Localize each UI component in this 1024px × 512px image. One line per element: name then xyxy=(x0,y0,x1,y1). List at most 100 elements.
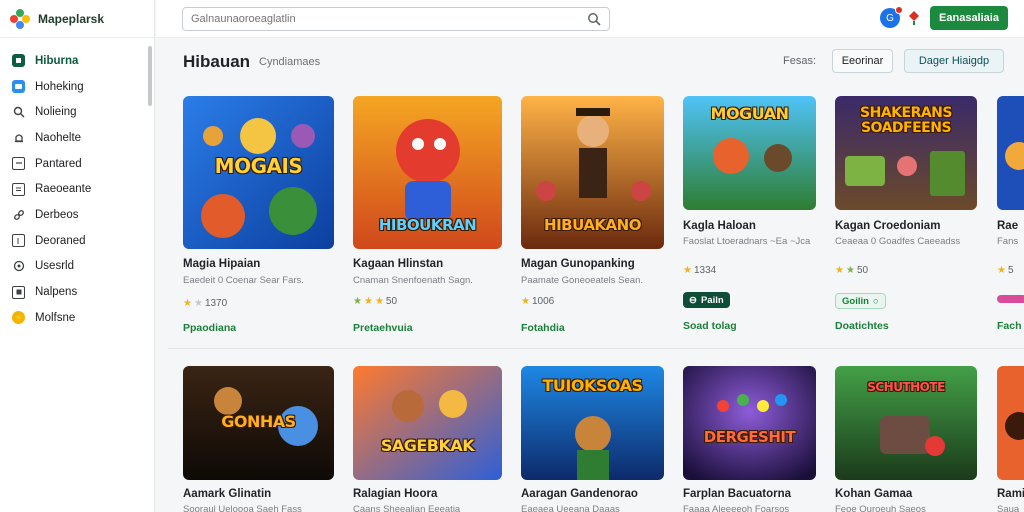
game-title: Aaragan Gandenorao xyxy=(521,488,638,500)
thumbnail-title: SAGEBKAK xyxy=(380,436,475,455)
game-thumbnail[interactable] xyxy=(997,96,1024,210)
page-title: Hibauan xyxy=(183,52,251,71)
game-thumbnail[interactable]: SAGEBKAK xyxy=(353,366,502,480)
game-thumbnail[interactable]: HIBOUKRAN xyxy=(353,96,502,249)
card-link[interactable]: Fach xyxy=(997,320,1022,332)
game-thumbnail[interactable]: DERGESHIT xyxy=(683,366,816,480)
game-description: Ceaeaa 0 Goadfes Caeeadss xyxy=(835,236,961,247)
thumbnail-title: HIBOUKRAN xyxy=(378,216,477,234)
brand[interactable]: Mapeplarsk xyxy=(0,0,154,38)
grid-icon xyxy=(12,285,25,299)
game-thumbnail[interactable] xyxy=(997,366,1024,480)
thumbnail-title: SCHUTHOTE xyxy=(867,380,945,394)
status-badge: ⊖ Pailn xyxy=(683,292,730,308)
primary-cta-button[interactable]: Eanasaliaia xyxy=(930,6,1008,30)
rating: ★ 5 xyxy=(997,265,1014,276)
game-description: Saua xyxy=(997,504,1020,512)
game-description: Faaaa Aleeeeoh Foarsos xyxy=(683,504,790,512)
bell-icon xyxy=(12,131,25,144)
status-badge xyxy=(997,295,1024,303)
search-icon[interactable] xyxy=(587,12,601,26)
star-icon xyxy=(12,311,25,325)
status-badge: Goilin ○ xyxy=(835,293,886,309)
star-icon: ★ xyxy=(353,296,362,307)
sidebar-item-label: Usesrld xyxy=(35,260,74,273)
calendar-icon xyxy=(12,157,25,171)
bookmark-icon xyxy=(12,234,25,248)
sidebar-item-links[interactable]: Derbeos xyxy=(0,202,154,228)
game-thumbnail[interactable]: HIBUAKANO xyxy=(521,96,664,249)
filter-button[interactable]: Eeorinar xyxy=(832,49,893,73)
sidebar-item-chat[interactable]: Hoheking xyxy=(0,74,154,100)
chat-icon xyxy=(12,80,25,94)
game-thumbnail[interactable]: GONHAS xyxy=(183,366,334,480)
search-input[interactable] xyxy=(183,8,573,30)
sidebar-item-label: Derbeos xyxy=(35,208,79,221)
sidebar-item-label: Nolieing xyxy=(35,106,77,119)
document-icon xyxy=(12,182,25,196)
top-bar: G Eanasaliaia xyxy=(156,0,1024,38)
game-title: Kagan Croedoniam xyxy=(835,220,941,232)
game-description: Fans xyxy=(997,236,1019,247)
thumbnail-title: DERGESHIT xyxy=(703,428,796,446)
star-icon: ★ xyxy=(521,296,530,307)
rating: ★ ★ 1370 xyxy=(183,298,227,309)
thumbnail-title: MOGUAN xyxy=(710,104,789,123)
thumbnail-title: HIBUAKANO xyxy=(544,216,641,234)
star-icon: ★ xyxy=(835,265,844,276)
game-thumbnail[interactable]: SHAKERANS SOADFEENS xyxy=(835,96,977,210)
game-title: Kagaan Hlinstan xyxy=(353,258,444,270)
sidebar-item-documents[interactable]: Raeoeante xyxy=(0,176,154,202)
game-thumbnail[interactable]: MOGAIS xyxy=(183,96,334,249)
game-title: Rami xyxy=(997,488,1024,500)
search-box xyxy=(182,7,610,31)
avatar[interactable]: G xyxy=(880,6,903,28)
sidebar-item-search[interactable]: Nolieing xyxy=(0,99,154,125)
sidebar-item-favorites[interactable]: Molfsne xyxy=(0,305,154,331)
sidebar-item-bookmarks[interactable]: Deoraned xyxy=(0,228,154,254)
game-title: Aamark Glinatin xyxy=(183,488,272,500)
rating-count: 1334 xyxy=(693,265,717,276)
sort-button[interactable]: Dager Hiaigdp xyxy=(904,49,1004,73)
sidebar-item-label: Nalpens xyxy=(35,286,78,299)
sidebar-item-home[interactable]: Hiburna xyxy=(0,48,154,74)
sidebar-item-calendar[interactable]: Pantared xyxy=(0,151,154,177)
sidebar-item-label: Hoheking xyxy=(35,80,84,93)
card-link[interactable]: Soad tolag xyxy=(683,320,737,332)
star-icon: ★ xyxy=(683,265,692,276)
star-icon: ★ xyxy=(845,265,855,276)
rating-count: 5 xyxy=(1007,265,1014,276)
game-title: Ralagian Hoora xyxy=(353,488,438,500)
check-icon: ⊖ xyxy=(689,294,697,306)
game-title: Kagla Haloan xyxy=(683,220,756,232)
thumbnail-title: TUIOKSOAS xyxy=(542,376,643,395)
rating-count: 1006 xyxy=(531,296,555,307)
thumbnail-title: GONHAS xyxy=(221,412,296,431)
notification-badge xyxy=(895,6,903,14)
home-icon xyxy=(12,54,25,68)
game-description: Sooraul Ueloooa Saeh Fass xyxy=(183,504,302,512)
sidebar-item-settings[interactable]: Usesrld xyxy=(0,254,154,280)
rating: ★ 1334 xyxy=(683,265,716,276)
star-icon: ★ xyxy=(374,296,384,307)
sidebar-item-label: Raeoeante xyxy=(35,183,92,196)
game-thumbnail[interactable]: TUIOKSOAS xyxy=(521,366,664,480)
card-link[interactable]: Fotahdia xyxy=(521,322,565,334)
card-link[interactable]: Pretaehvuia xyxy=(353,322,413,334)
thumbnail-title: MOGAIS xyxy=(214,154,303,178)
game-thumbnail[interactable]: MOGUAN xyxy=(683,96,816,210)
sidebar-nav: Hiburna Hoheking Nolieing Naohelte Panta… xyxy=(0,38,154,331)
sidebar-item-label: Molfsne xyxy=(35,311,76,324)
sidebar-item-notifications[interactable]: Naohelte xyxy=(0,125,154,151)
refresh-icon: ○ xyxy=(872,295,879,307)
alert-icon[interactable] xyxy=(907,10,921,26)
game-title: Magan Gunopanking xyxy=(521,258,635,270)
rating: ★ ★ ★ 50 xyxy=(353,296,397,307)
sidebar-item-label: Naohelte xyxy=(35,131,82,144)
game-thumbnail[interactable]: SCHUTHOTE xyxy=(835,366,977,480)
card-link[interactable]: Doatichtes xyxy=(835,320,889,332)
sidebar-scrollbar[interactable] xyxy=(148,46,152,106)
brand-name: Mapeplarsk xyxy=(38,11,105,26)
card-link[interactable]: Ppaodiana xyxy=(183,322,236,334)
sidebar-item-grid[interactable]: Nalpens xyxy=(0,279,154,305)
